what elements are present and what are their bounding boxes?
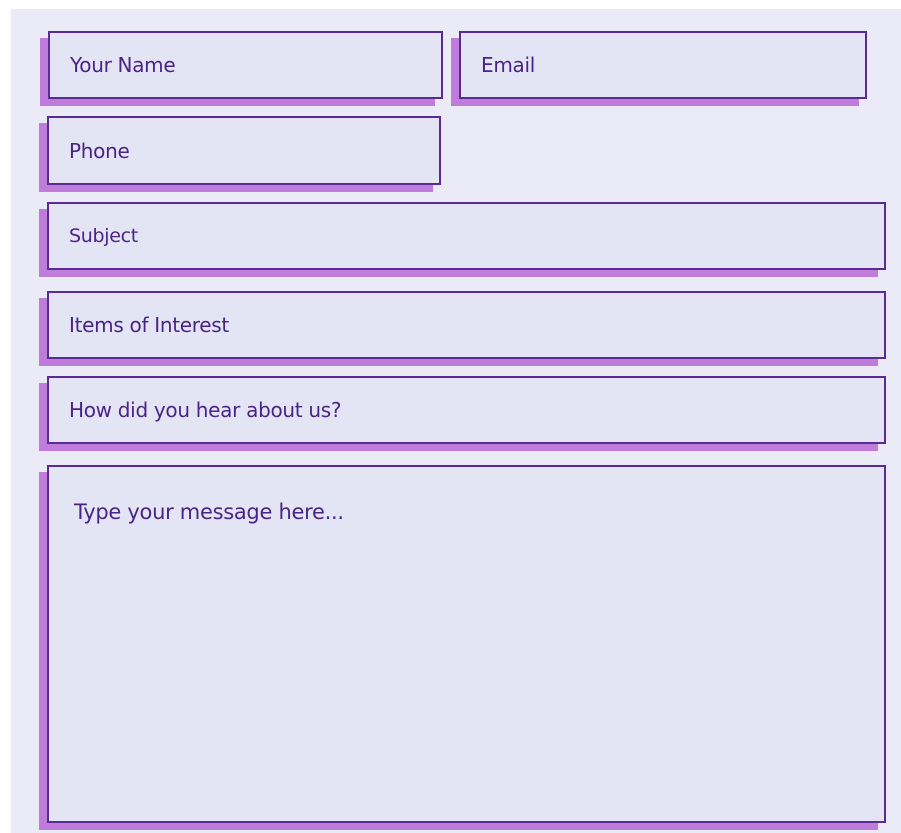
- hear-about-us-input[interactable]: How did you hear about us?: [47, 376, 886, 444]
- phone-input[interactable]: Phone: [47, 116, 441, 185]
- name-input[interactable]: Your Name: [48, 31, 443, 99]
- name-placeholder: Your Name: [70, 53, 176, 77]
- hear-about-us-placeholder: How did you hear about us?: [69, 398, 342, 422]
- email-input[interactable]: Email: [459, 31, 867, 99]
- email-placeholder: Email: [481, 53, 535, 77]
- subject-placeholder: Subject: [69, 225, 138, 247]
- message-placeholder: Type your message here...: [74, 500, 344, 524]
- subject-input[interactable]: Subject: [47, 202, 886, 270]
- message-textarea[interactable]: Type your message here...: [47, 465, 886, 823]
- phone-placeholder: Phone: [69, 138, 130, 163]
- items-of-interest-placeholder: Items of Interest: [69, 313, 229, 337]
- items-of-interest-input[interactable]: Items of Interest: [47, 291, 886, 359]
